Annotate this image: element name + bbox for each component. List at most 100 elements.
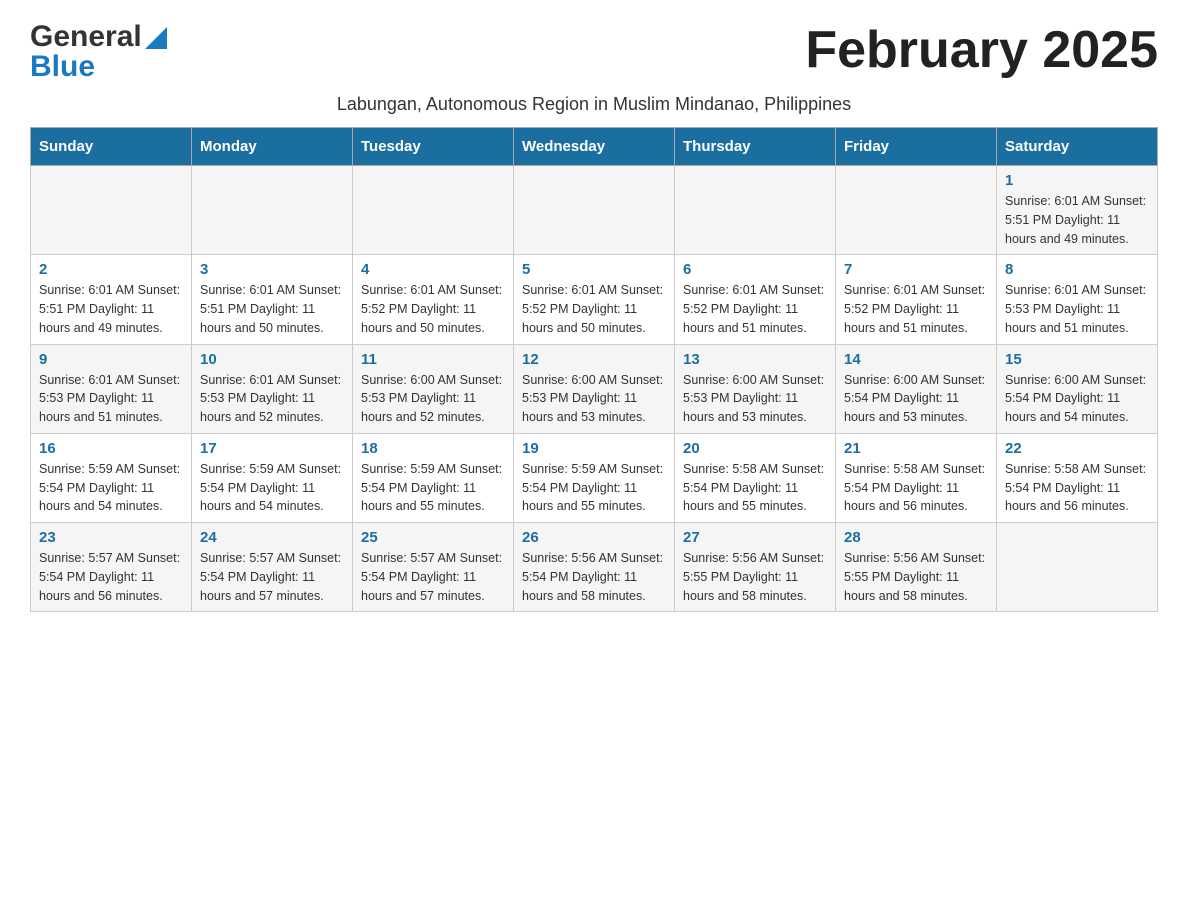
weekday-header-friday: Friday	[836, 128, 997, 166]
day-info: Sunrise: 6:01 AM Sunset: 5:52 PM Dayligh…	[522, 281, 666, 337]
day-info: Sunrise: 5:56 AM Sunset: 5:54 PM Dayligh…	[522, 549, 666, 605]
day-number: 15	[1005, 351, 1149, 368]
day-number: 9	[39, 351, 183, 368]
day-number: 17	[200, 440, 344, 457]
day-info: Sunrise: 6:01 AM Sunset: 5:52 PM Dayligh…	[844, 281, 988, 337]
calendar-cell: 27 Sunrise: 5:56 AM Sunset: 5:55 PM Dayli…	[675, 523, 836, 612]
day-number: 20	[683, 440, 827, 457]
calendar-cell	[31, 166, 192, 255]
logo-blue-text: Blue	[30, 50, 95, 84]
day-number: 16	[39, 440, 183, 457]
day-info: Sunrise: 5:57 AM Sunset: 5:54 PM Dayligh…	[200, 549, 344, 605]
subtitle: Labungan, Autonomous Region in Muslim Mi…	[30, 94, 1158, 115]
day-info: Sunrise: 6:00 AM Sunset: 5:53 PM Dayligh…	[683, 371, 827, 427]
logo-triangle-icon	[145, 27, 167, 49]
calendar-cell: 22Sunrise: 5:58 AM Sunset: 5:54 PM Dayli…	[997, 433, 1158, 522]
calendar-cell: 14 Sunrise: 6:00 AM Sunset: 5:54 PM Dayli…	[836, 344, 997, 433]
day-info: Sunrise: 6:01 AM Sunset: 5:52 PM Dayligh…	[361, 281, 505, 337]
calendar-cell: 16Sunrise: 5:59 AM Sunset: 5:54 PM Dayli…	[31, 433, 192, 522]
weekday-header-row: SundayMondayTuesdayWednesdayThursdayFrid…	[31, 128, 1158, 166]
calendar-cell: 26 Sunrise: 5:56 AM Sunset: 5:54 PM Dayli…	[514, 523, 675, 612]
day-number: 28	[844, 529, 988, 546]
day-number: 12	[522, 351, 666, 368]
calendar-week-row: 16 Sunrise: 5:59 AM Sunset: 5:54 PM Dayli…	[31, 433, 1158, 522]
calendar-week-row: 1Sunrise: 6:01 AM Sunset: 5:51 PM Daylig…	[31, 166, 1158, 255]
day-info: Sunrise: 5:56 AM Sunset: 5:55 PM Dayligh…	[844, 549, 988, 605]
month-title: February 2025	[805, 20, 1158, 80]
day-number: 6	[683, 261, 827, 278]
day-info: Sunrise: 6:01 AM Sunset: 5:51 PM Dayligh…	[200, 281, 344, 337]
calendar-cell: 2Sunrise: 6:01 AM Sunset: 5:51 PM Daylig…	[31, 255, 192, 344]
calendar-cell: 7 Sunrise: 6:01 AM Sunset: 5:52 PM Daylig…	[836, 255, 997, 344]
day-number: 21	[844, 440, 988, 457]
day-info: Sunrise: 6:01 AM Sunset: 5:51 PM Dayligh…	[1005, 192, 1149, 248]
day-info: Sunrise: 6:01 AM Sunset: 5:51 PM Dayligh…	[39, 281, 183, 337]
day-number: 8	[1005, 261, 1149, 278]
day-number: 7	[844, 261, 988, 278]
day-info: Sunrise: 5:56 AM Sunset: 5:55 PM Dayligh…	[683, 549, 827, 605]
day-number: 10	[200, 351, 344, 368]
calendar-cell: 28 Sunrise: 5:56 AM Sunset: 5:55 PM Dayli…	[836, 523, 997, 612]
day-number: 4	[361, 261, 505, 278]
weekday-header-monday: Monday	[192, 128, 353, 166]
calendar-cell	[997, 523, 1158, 612]
calendar-cell: 24Sunrise: 5:57 AM Sunset: 5:54 PM Dayli…	[192, 523, 353, 612]
calendar-cell: 10 Sunrise: 6:01 AM Sunset: 5:53 PM Dayli…	[192, 344, 353, 433]
calendar-week-row: 2Sunrise: 6:01 AM Sunset: 5:51 PM Daylig…	[31, 255, 1158, 344]
calendar-cell: 21 Sunrise: 5:58 AM Sunset: 5:54 PM Dayli…	[836, 433, 997, 522]
day-info: Sunrise: 5:58 AM Sunset: 5:54 PM Dayligh…	[683, 460, 827, 516]
day-info: Sunrise: 6:01 AM Sunset: 5:53 PM Dayligh…	[39, 371, 183, 427]
logo-general-text: General	[30, 20, 142, 54]
calendar-cell: 13 Sunrise: 6:00 AM Sunset: 5:53 PM Dayli…	[675, 344, 836, 433]
weekday-header-saturday: Saturday	[997, 128, 1158, 166]
calendar-cell	[836, 166, 997, 255]
weekday-header-sunday: Sunday	[31, 128, 192, 166]
day-number: 14	[844, 351, 988, 368]
day-info: Sunrise: 5:59 AM Sunset: 5:54 PM Dayligh…	[361, 460, 505, 516]
calendar-cell: 1Sunrise: 6:01 AM Sunset: 5:51 PM Daylig…	[997, 166, 1158, 255]
day-number: 25	[361, 529, 505, 546]
calendar-cell: 15 Sunrise: 6:00 AM Sunset: 5:54 PM Dayli…	[997, 344, 1158, 433]
calendar-cell: 3 Sunrise: 6:01 AM Sunset: 5:51 PM Daylig…	[192, 255, 353, 344]
calendar-cell: 9 Sunrise: 6:01 AM Sunset: 5:53 PM Daylig…	[31, 344, 192, 433]
weekday-header-thursday: Thursday	[675, 128, 836, 166]
calendar-header: SundayMondayTuesdayWednesdayThursdayFrid…	[31, 128, 1158, 166]
day-info: Sunrise: 5:58 AM Sunset: 5:54 PM Dayligh…	[844, 460, 988, 516]
day-info: Sunrise: 5:57 AM Sunset: 5:54 PM Dayligh…	[361, 549, 505, 605]
day-number: 3	[200, 261, 344, 278]
day-number: 22	[1005, 440, 1149, 457]
day-info: Sunrise: 6:01 AM Sunset: 5:53 PM Dayligh…	[1005, 281, 1149, 337]
day-info: Sunrise: 5:59 AM Sunset: 5:54 PM Dayligh…	[200, 460, 344, 516]
weekday-header-wednesday: Wednesday	[514, 128, 675, 166]
calendar-week-row: 23 Sunrise: 5:57 AM Sunset: 5:54 PM Dayli…	[31, 523, 1158, 612]
day-info: Sunrise: 6:00 AM Sunset: 5:53 PM Dayligh…	[361, 371, 505, 427]
calendar-cell: 17 Sunrise: 5:59 AM Sunset: 5:54 PM Dayli…	[192, 433, 353, 522]
calendar-cell	[675, 166, 836, 255]
calendar-cell: 11 Sunrise: 6:00 AM Sunset: 5:53 PM Dayli…	[353, 344, 514, 433]
calendar-cell	[192, 166, 353, 255]
calendar-cell: 8 Sunrise: 6:01 AM Sunset: 5:53 PM Daylig…	[997, 255, 1158, 344]
calendar-cell: 5 Sunrise: 6:01 AM Sunset: 5:52 PM Daylig…	[514, 255, 675, 344]
day-number: 13	[683, 351, 827, 368]
day-number: 27	[683, 529, 827, 546]
day-number: 23	[39, 529, 183, 546]
day-info: Sunrise: 6:00 AM Sunset: 5:54 PM Dayligh…	[1005, 371, 1149, 427]
day-info: Sunrise: 6:01 AM Sunset: 5:53 PM Dayligh…	[200, 371, 344, 427]
weekday-header-tuesday: Tuesday	[353, 128, 514, 166]
calendar-cell: 6 Sunrise: 6:01 AM Sunset: 5:52 PM Daylig…	[675, 255, 836, 344]
calendar-cell	[514, 166, 675, 255]
day-number: 5	[522, 261, 666, 278]
calendar-cell: 25 Sunrise: 5:57 AM Sunset: 5:54 PM Dayli…	[353, 523, 514, 612]
calendar-cell: 23 Sunrise: 5:57 AM Sunset: 5:54 PM Dayli…	[31, 523, 192, 612]
day-info: Sunrise: 5:57 AM Sunset: 5:54 PM Dayligh…	[39, 549, 183, 605]
day-info: Sunrise: 6:00 AM Sunset: 5:54 PM Dayligh…	[844, 371, 988, 427]
logo: General Blue	[30, 20, 167, 84]
calendar-table: SundayMondayTuesdayWednesdayThursdayFrid…	[30, 127, 1158, 612]
day-info: Sunrise: 5:59 AM Sunset: 5:54 PM Dayligh…	[522, 460, 666, 516]
day-number: 11	[361, 351, 505, 368]
day-info: Sunrise: 6:01 AM Sunset: 5:52 PM Dayligh…	[683, 281, 827, 337]
calendar-cell	[353, 166, 514, 255]
calendar-cell: 19 Sunrise: 5:59 AM Sunset: 5:54 PM Dayli…	[514, 433, 675, 522]
day-number: 19	[522, 440, 666, 457]
day-number: 26	[522, 529, 666, 546]
